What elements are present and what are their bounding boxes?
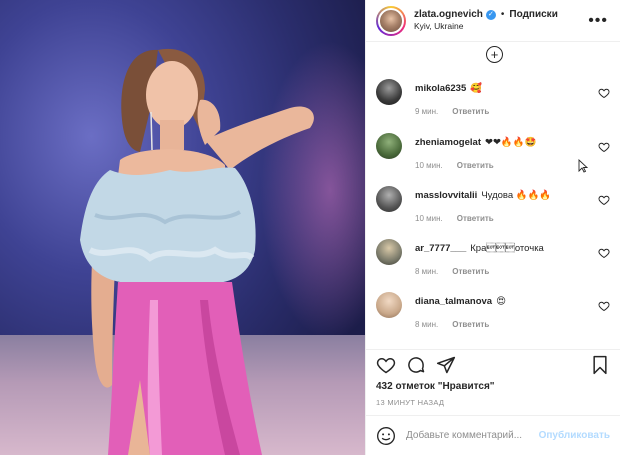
reply-button[interactable]: Ответить (452, 320, 489, 329)
comment-body: mikola6235 🥰 9 мин. Ответить (415, 75, 598, 116)
comment-meta: 9 мин. Ответить (415, 107, 598, 116)
commenter-avatar[interactable] (376, 133, 402, 159)
comment-text: ❤❤🔥🔥🤩 (485, 137, 537, 148)
comment-input[interactable] (406, 430, 539, 441)
comment-icon[interactable] (406, 355, 426, 375)
post-photo[interactable] (0, 0, 365, 455)
instagram-post: zlata.ognevich ✓ • Подписки Kyiv, Ukrain… (0, 0, 620, 455)
comment-meta: 10 мин. Ответить (415, 214, 598, 223)
verified-icon: ✓ (485, 10, 496, 21)
likes-count[interactable]: 432 отметок "Нравится" (366, 379, 620, 395)
post-actions (366, 349, 620, 379)
comment-body: masslovvitalii Чудова 🔥🔥🔥 10 мин. Ответить (415, 182, 598, 223)
post-side-panel: zlata.ognevich ✓ • Подписки Kyiv, Ukrain… (365, 0, 620, 455)
person-figure (80, 48, 314, 455)
commenter-username[interactable]: masslovvitalii (415, 190, 477, 201)
commenter-avatar[interactable] (376, 79, 402, 105)
comment-item: ar_7777___ Краоточка 8 мин. Ответить (376, 235, 610, 276)
publish-button[interactable]: Опубликовать (539, 430, 610, 441)
separator-dot: • (500, 8, 505, 20)
bookmark-icon[interactable] (590, 355, 610, 375)
author-avatar-ring[interactable] (376, 5, 406, 36)
comment-body: ar_7777___ Краоточка 8 мин. Ответить (415, 235, 598, 276)
comment-item: masslovvitalii Чудова 🔥🔥🔥 10 мин. Ответить (376, 182, 610, 223)
post-location[interactable]: Kyiv, Ukraine (414, 21, 586, 32)
add-comment-bar: Опубликовать (366, 415, 620, 455)
comment-text: 😍 (496, 296, 506, 307)
post-time[interactable]: 13 МИНУТ НАЗАД (366, 395, 620, 415)
reply-button[interactable]: Ответить (452, 267, 489, 276)
comment-meta: 8 мин. Ответить (415, 320, 598, 329)
comment-time[interactable]: 8 мин. (415, 267, 438, 276)
reply-button[interactable]: Ответить (452, 107, 489, 116)
cursor-icon (578, 159, 588, 173)
commenter-username[interactable]: zheniamogelat (415, 137, 481, 148)
commenter-username[interactable]: mikola6235 (415, 83, 466, 94)
comment-item: diana_talmanova 😍 8 мин. Ответить (376, 288, 610, 329)
author-line: zlata.ognevich ✓ • Подписки (414, 9, 586, 22)
author-username[interactable]: zlata.ognevich (414, 9, 483, 22)
comment-body: diana_talmanova 😍 8 мин. Ответить (415, 288, 598, 329)
comment-time[interactable]: 10 мин. (415, 161, 443, 170)
share-icon[interactable] (436, 355, 456, 375)
reply-button[interactable]: Ответить (457, 214, 494, 223)
comments-list: + mikola6235 🥰 9 мин. Ответить zheniamog… (366, 42, 620, 349)
heart-icon[interactable] (598, 247, 610, 259)
comment-text-line: masslovvitalii Чудова 🔥🔥🔥 (415, 182, 598, 202)
emoji-icon[interactable] (376, 426, 396, 446)
comment-text-line: zheniamogelat ❤❤🔥🔥🤩 (415, 129, 598, 149)
commenter-avatar[interactable] (376, 239, 402, 265)
heart-icon[interactable] (598, 141, 610, 153)
commenter-username[interactable]: ar_7777___ (415, 243, 466, 254)
comment-time[interactable]: 10 мин. (415, 214, 443, 223)
comment-meta: 8 мин. Ответить (415, 267, 598, 276)
comment-item: zheniamogelat ❤❤🔥🔥🤩 10 мин. Ответить (376, 129, 610, 170)
comment-time[interactable]: 8 мин. (415, 320, 438, 329)
load-more-icon[interactable]: + (486, 46, 503, 63)
commenter-avatar[interactable] (376, 292, 402, 318)
comment-text-line: mikola6235 🥰 (415, 75, 598, 95)
comment-text: 🥰 (470, 83, 483, 94)
author-info: zlata.ognevich ✓ • Подписки Kyiv, Ukrain… (414, 9, 586, 32)
comment-item: mikola6235 🥰 9 мин. Ответить (376, 75, 610, 116)
comment-text-line: diana_talmanova 😍 (415, 288, 598, 308)
comment-text: Краоточка (470, 243, 544, 254)
following-button[interactable]: Подписки (509, 9, 557, 22)
comment-body: zheniamogelat ❤❤🔥🔥🤩 10 мин. Ответить (415, 129, 598, 170)
heart-icon[interactable] (598, 194, 610, 206)
comment-time[interactable]: 9 мин. (415, 107, 438, 116)
more-options-icon[interactable]: ••• (586, 12, 610, 30)
comment-text: Чудова 🔥🔥🔥 (481, 190, 552, 201)
post-header: zlata.ognevich ✓ • Подписки Kyiv, Ukrain… (366, 0, 620, 42)
reply-button[interactable]: Ответить (457, 161, 494, 170)
heart-icon[interactable] (598, 87, 610, 99)
comment-meta: 10 мин. Ответить (415, 161, 598, 170)
heart-icon[interactable] (598, 300, 610, 312)
commenter-username[interactable]: diana_talmanova (415, 296, 492, 307)
heart-icon[interactable] (376, 355, 396, 375)
commenter-avatar[interactable] (376, 186, 402, 212)
author-avatar (378, 7, 404, 34)
comment-text-line: ar_7777___ Краоточка (415, 235, 598, 255)
